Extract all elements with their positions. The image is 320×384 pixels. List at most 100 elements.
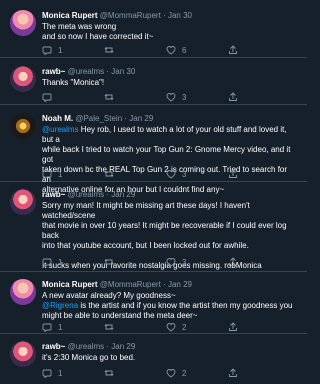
display-name[interactable]: Noah M. <box>42 114 73 123</box>
like-icon <box>166 170 176 179</box>
reply-button[interactable]: 1 <box>42 45 62 55</box>
like-icon <box>166 258 176 267</box>
avatar[interactable] <box>10 279 36 305</box>
tweet-line: might be able to understand the meta dee… <box>42 311 198 320</box>
like-button[interactable]: 2 <box>166 368 186 378</box>
tweet-line: and so now I have corrected it~ <box>42 32 154 41</box>
share-button[interactable] <box>228 322 238 332</box>
reply-button[interactable]: 1 <box>42 322 62 332</box>
retweet-icon <box>104 46 114 54</box>
handle[interactable]: @Pale_Stein <box>75 114 122 123</box>
timestamp[interactable]: · Jan 30 <box>106 67 135 76</box>
display-name[interactable]: rawb~ <box>42 342 65 351</box>
reply-icon <box>42 93 52 102</box>
reply-button[interactable] <box>42 92 58 102</box>
like-count: 2 <box>182 368 187 378</box>
timestamp[interactable]: · Jan 29 <box>124 114 153 123</box>
reply-button[interactable]: 1 <box>42 257 62 267</box>
tweet-line: @urealms Hey rob, I used to watch a lot … <box>42 125 297 145</box>
avatar[interactable] <box>10 10 36 36</box>
retweet-button[interactable] <box>104 368 120 378</box>
display-name[interactable]: rawb~ <box>42 67 65 76</box>
tweet-header: Monica Rupert @MommaRupert · Jan 30 <box>42 11 192 21</box>
tweet[interactable]: Noah M. @Pale_Stein · Jan 29 @urealms He… <box>0 105 307 194</box>
display-name[interactable]: rawb~ <box>42 190 65 199</box>
tweet[interactable]: rawb~ @urealms · Jan 30 Thanks "Monica"!… <box>0 58 307 105</box>
like-button[interactable]: 3 <box>166 92 186 102</box>
retweet-icon <box>104 258 114 266</box>
like-icon <box>166 323 176 332</box>
share-icon <box>229 92 237 101</box>
avatar[interactable] <box>10 189 36 215</box>
handle[interactable]: @urealms <box>68 67 105 76</box>
like-icon <box>166 93 176 102</box>
reply-button[interactable]: 1 <box>42 169 62 179</box>
tweet-header: Monica Rupert @MommaRupert · Jan 29 <box>42 280 192 290</box>
timestamp[interactable]: · Jan 29 <box>106 190 135 199</box>
retweet-icon <box>104 170 114 178</box>
like-count: 2 <box>182 322 187 332</box>
mention-link[interactable]: @Rigrena <box>42 301 78 310</box>
handle[interactable]: @MommaRupert <box>100 11 161 20</box>
tweet-header: rawb~ @urealms · Jan 29 <box>42 342 135 352</box>
tweet-text: A new avatar already? My goodness~ @Rigr… <box>42 291 297 321</box>
handle[interactable]: @urealms <box>68 342 105 351</box>
avatar[interactable] <box>10 113 36 139</box>
share-button[interactable] <box>228 45 238 55</box>
tweet-line: @Rigrena is the artist and if you know t… <box>42 301 297 311</box>
like-icon <box>166 369 176 378</box>
tweet-header: rawb~ @urealms · Jan 29 <box>42 190 135 200</box>
retweet-icon <box>104 93 114 101</box>
reply-icon <box>42 170 52 179</box>
share-button[interactable] <box>228 368 238 378</box>
like-button[interactable]: 6 <box>166 45 186 55</box>
timestamp[interactable]: · Jan 30 <box>163 11 192 20</box>
handle[interactable]: @urealms <box>68 190 105 199</box>
tweet-actions: 1 6 <box>42 45 292 55</box>
avatar[interactable] <box>10 341 36 367</box>
timestamp[interactable]: · Jan 29 <box>106 342 135 351</box>
like-button[interactable]: 2 <box>166 322 186 332</box>
like-button[interactable]: 3 <box>166 257 186 267</box>
retweet-icon <box>104 369 114 377</box>
avatar[interactable] <box>10 66 36 92</box>
retweet-button[interactable] <box>104 92 120 102</box>
reply-count: 1 <box>58 322 63 332</box>
retweet-button[interactable] <box>104 45 120 55</box>
tweet-text: The meta was wrong and so now I have cor… <box>42 22 297 42</box>
share-icon <box>229 322 237 331</box>
tweet-line: A new avatar already? My goodness~ <box>42 291 176 300</box>
mention-link[interactable]: @urealms <box>42 125 79 134</box>
tweet-actions: 1 2 <box>42 368 292 378</box>
retweet-button[interactable] <box>104 169 120 179</box>
reply-count: 1 <box>58 257 63 267</box>
retweet-icon <box>104 323 114 331</box>
tweet-line: Thanks "Monica"! <box>42 78 105 87</box>
retweet-button[interactable] <box>104 257 120 267</box>
tweet-header: rawb~ @urealms · Jan 30 <box>42 67 135 77</box>
reply-count: 1 <box>58 169 63 179</box>
handle[interactable]: @MommaRupert <box>100 280 161 289</box>
tweet[interactable]: Monica Rupert @MommaRupert · Jan 30 The … <box>0 0 307 58</box>
timestamp[interactable]: · Jan 29 <box>163 280 192 289</box>
tweet-actions: 1 3 <box>42 257 292 267</box>
tweet[interactable]: Monica Rupert @MommaRupert · Jan 29 A ne… <box>0 272 307 334</box>
like-count: 3 <box>182 169 187 179</box>
share-icon <box>229 169 237 178</box>
reply-button[interactable]: 1 <box>42 368 62 378</box>
tweet[interactable]: rawb~ @urealms · Jan 29 it's 2:30 Monica… <box>0 334 307 384</box>
like-icon <box>166 46 176 55</box>
display-name[interactable]: Monica Rupert <box>42 280 98 289</box>
retweet-button[interactable] <box>104 322 120 332</box>
share-icon <box>229 257 237 266</box>
share-icon <box>229 45 237 54</box>
tweet[interactable]: rawb~ @urealms · Jan 29 Sorry my man! It… <box>0 182 307 272</box>
share-icon <box>229 368 237 377</box>
share-button[interactable] <box>228 169 238 179</box>
like-button[interactable]: 3 <box>166 169 186 179</box>
tweet-line: The meta was wrong <box>42 22 117 31</box>
share-button[interactable] <box>228 92 238 102</box>
share-button[interactable] <box>228 257 238 267</box>
tweet-line-text: is the artist and if you know the artist… <box>78 301 293 310</box>
display-name[interactable]: Monica Rupert <box>42 11 98 20</box>
